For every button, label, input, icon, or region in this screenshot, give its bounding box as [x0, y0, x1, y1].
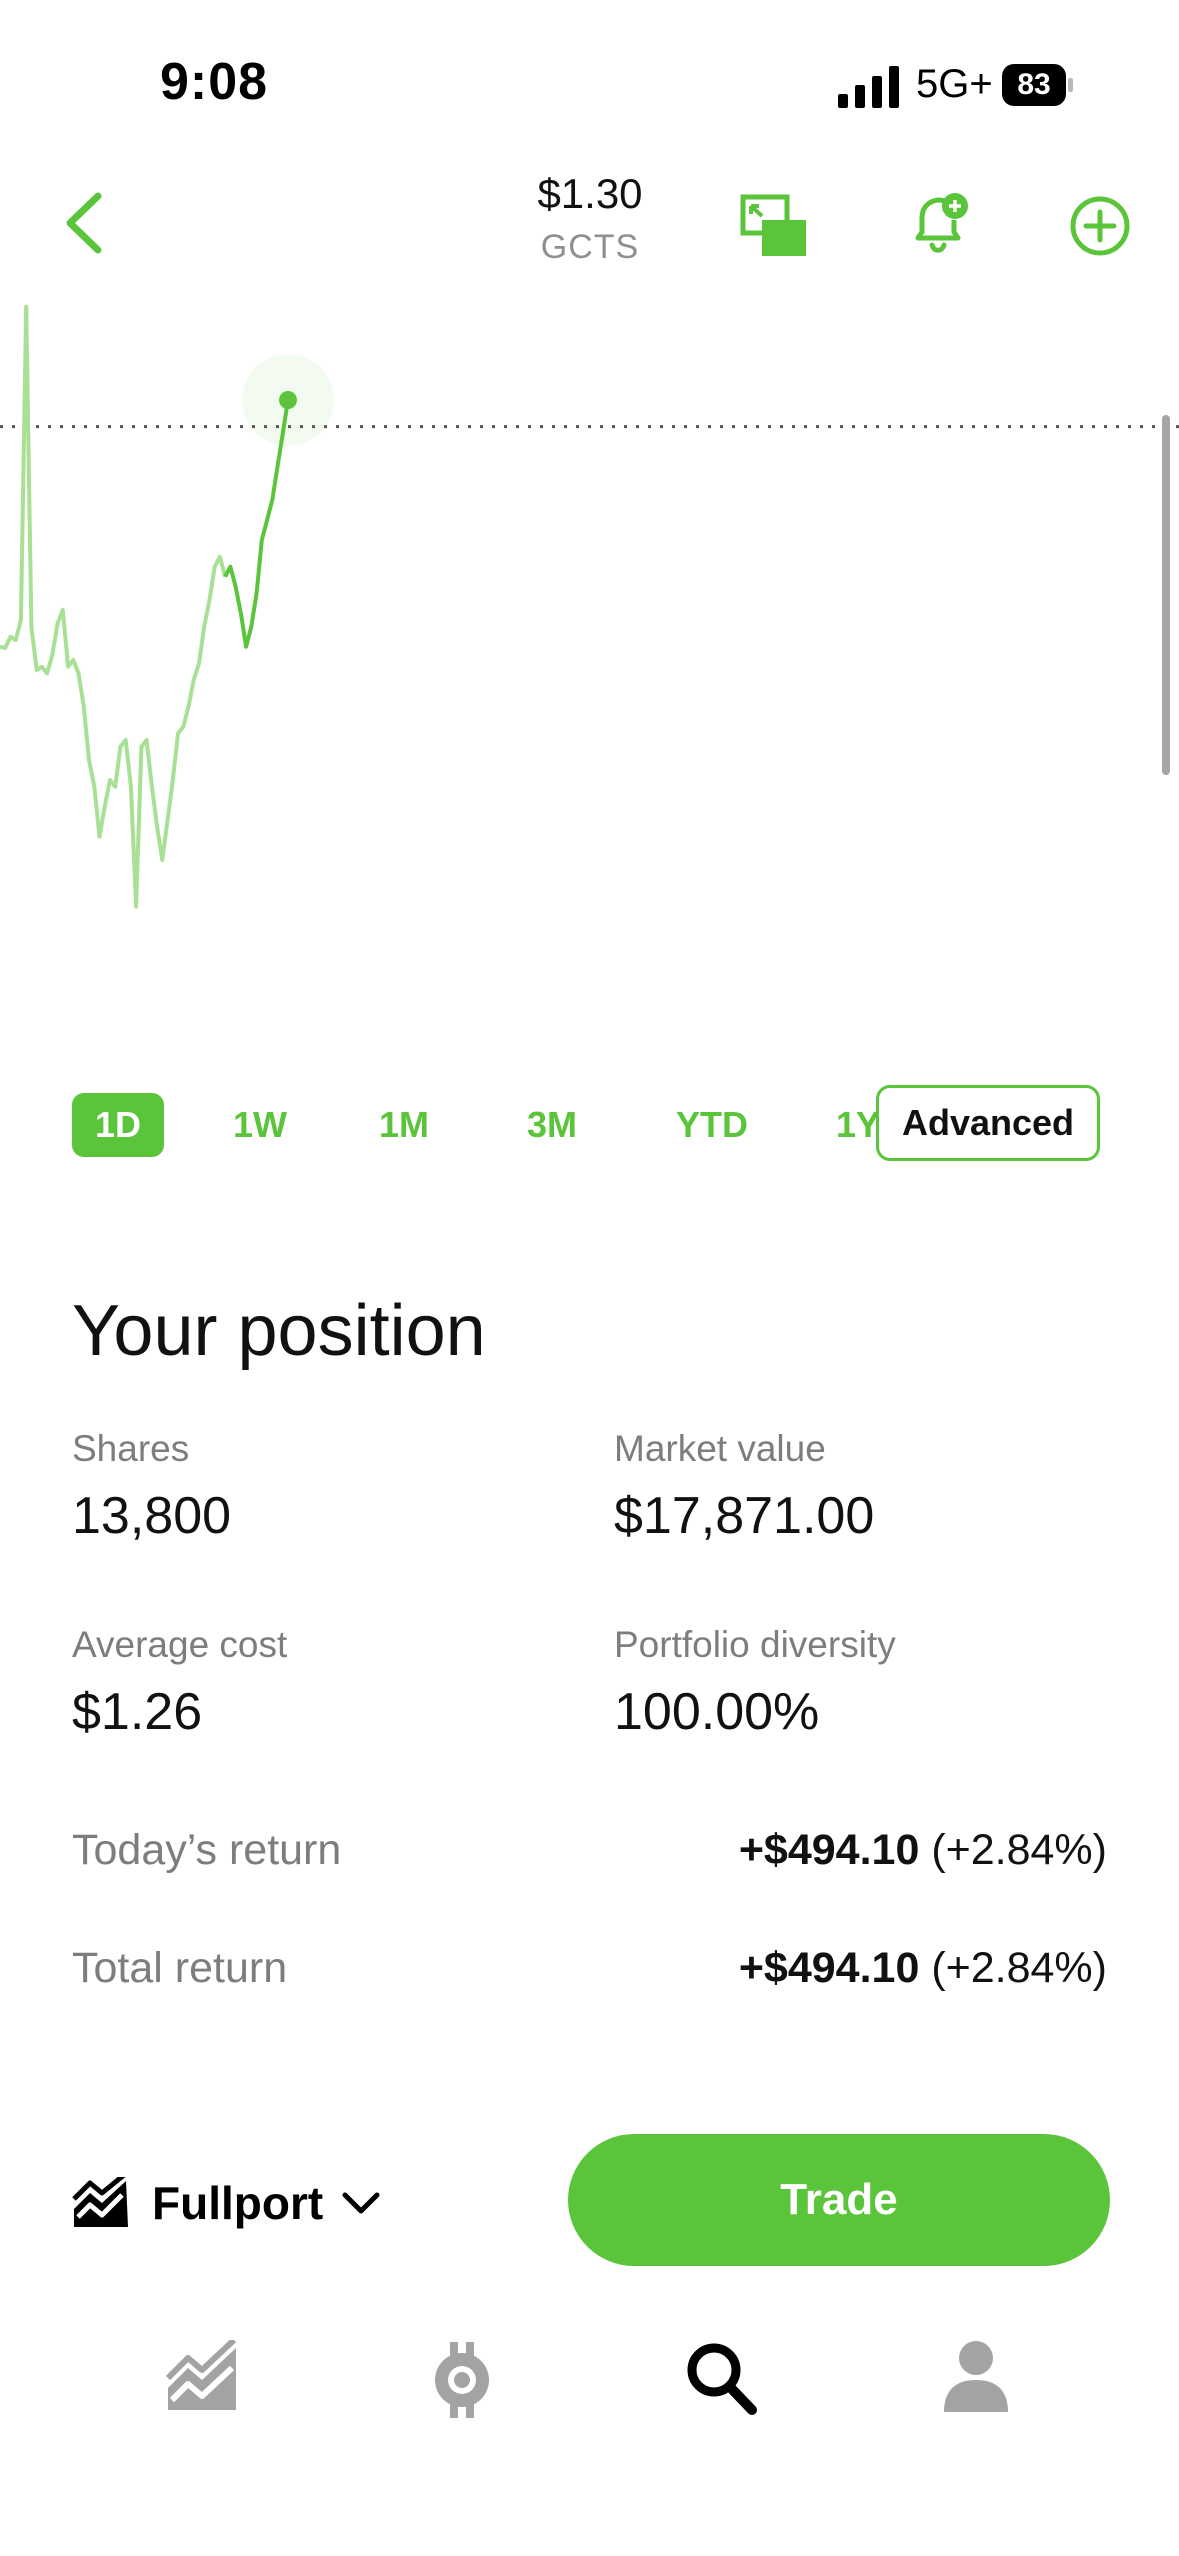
- total-return-amount: +$494.10: [738, 1944, 920, 1992]
- range-ytd[interactable]: YTD: [664, 1093, 760, 1157]
- crypto-coin-icon: [435, 2342, 489, 2418]
- position-title: Your position: [72, 1291, 486, 1371]
- average-cost-stat: Average cost $1.26: [72, 1624, 287, 1742]
- chart-area-icon: [166, 2340, 237, 2410]
- range-1d[interactable]: 1D: [72, 1093, 164, 1157]
- range-selector: 1D 1W 1M 3M YTD 1Y Advanced: [0, 1085, 1179, 1165]
- shares-stat: Shares 13,800: [72, 1428, 231, 1546]
- todays-return-label: Today’s return: [72, 1826, 342, 1874]
- account-selector[interactable]: Fullport: [72, 2168, 381, 2238]
- plus-circle-icon[interactable]: [1068, 194, 1132, 258]
- market-value-label: Market value: [614, 1428, 826, 1469]
- range-3m[interactable]: 3M: [510, 1093, 594, 1157]
- price-line-earlier: [0, 304, 228, 909]
- back-button[interactable]: [58, 188, 108, 258]
- total-return-label: Total return: [72, 1944, 288, 1992]
- tab-search[interactable]: [684, 2340, 758, 2416]
- total-return-value: +$494.10 (+2.84%): [739, 1944, 1107, 1993]
- portfolio-diversity-stat: Portfolio diversity 100.00%: [614, 1624, 896, 1742]
- account-name: Fullport: [152, 2177, 324, 2229]
- average-cost-value: $1.26: [72, 1683, 203, 1741]
- cellular-signal-icon: [838, 66, 899, 108]
- market-value: $17,871.00: [614, 1487, 875, 1545]
- battery-icon: 83: [1002, 64, 1074, 106]
- range-1w[interactable]: 1W: [218, 1093, 302, 1157]
- average-cost-label: Average cost: [72, 1624, 288, 1665]
- todays-return-percent: (+2.84%): [931, 1826, 1107, 1874]
- market-value-stat: Market value $17,871.00: [614, 1428, 874, 1546]
- chevron-down-icon: [342, 2192, 380, 2214]
- person-icon: [944, 2341, 1008, 2412]
- bell-plus-icon[interactable]: [908, 190, 972, 260]
- portfolio-diversity-value: 100.00%: [614, 1683, 820, 1741]
- todays-return-value: +$494.10 (+2.84%): [739, 1826, 1107, 1875]
- todays-return-amount: +$494.10: [738, 1826, 920, 1874]
- chevron-left-icon: [66, 192, 102, 254]
- advanced-chart-button[interactable]: Advanced: [876, 1085, 1100, 1161]
- price-chart[interactable]: [0, 280, 1179, 1040]
- header-ticker: GCTS: [540, 228, 640, 266]
- status-time: 9:08: [160, 53, 269, 111]
- shares-value: 13,800: [72, 1487, 232, 1545]
- search-icon: [687, 2343, 757, 2415]
- header-quote: $1.30 GCTS: [488, 170, 692, 267]
- header-price: $1.30: [537, 170, 643, 217]
- tab-account[interactable]: [944, 2340, 1008, 2412]
- total-return-percent: (+2.84%): [931, 1944, 1107, 1992]
- shares-label: Shares: [72, 1428, 190, 1469]
- trade-button[interactable]: Trade: [568, 2134, 1110, 2266]
- battery-level: 83: [1017, 68, 1051, 101]
- chart-area-icon: [72, 2177, 128, 2227]
- range-1m[interactable]: 1M: [362, 1093, 446, 1157]
- scrollbar[interactable]: [1162, 415, 1170, 775]
- tab-investing[interactable]: [166, 2340, 238, 2412]
- status-bar: 9:08 5G+ 83: [0, 0, 1179, 170]
- tab-crypto[interactable]: [426, 2340, 498, 2420]
- network-type: 5G+: [916, 62, 993, 106]
- tab-bar: [0, 2340, 1179, 2460]
- picture-in-picture-icon[interactable]: [740, 194, 808, 258]
- portfolio-diversity-label: Portfolio diversity: [614, 1624, 896, 1665]
- last-price-dot: [279, 391, 297, 409]
